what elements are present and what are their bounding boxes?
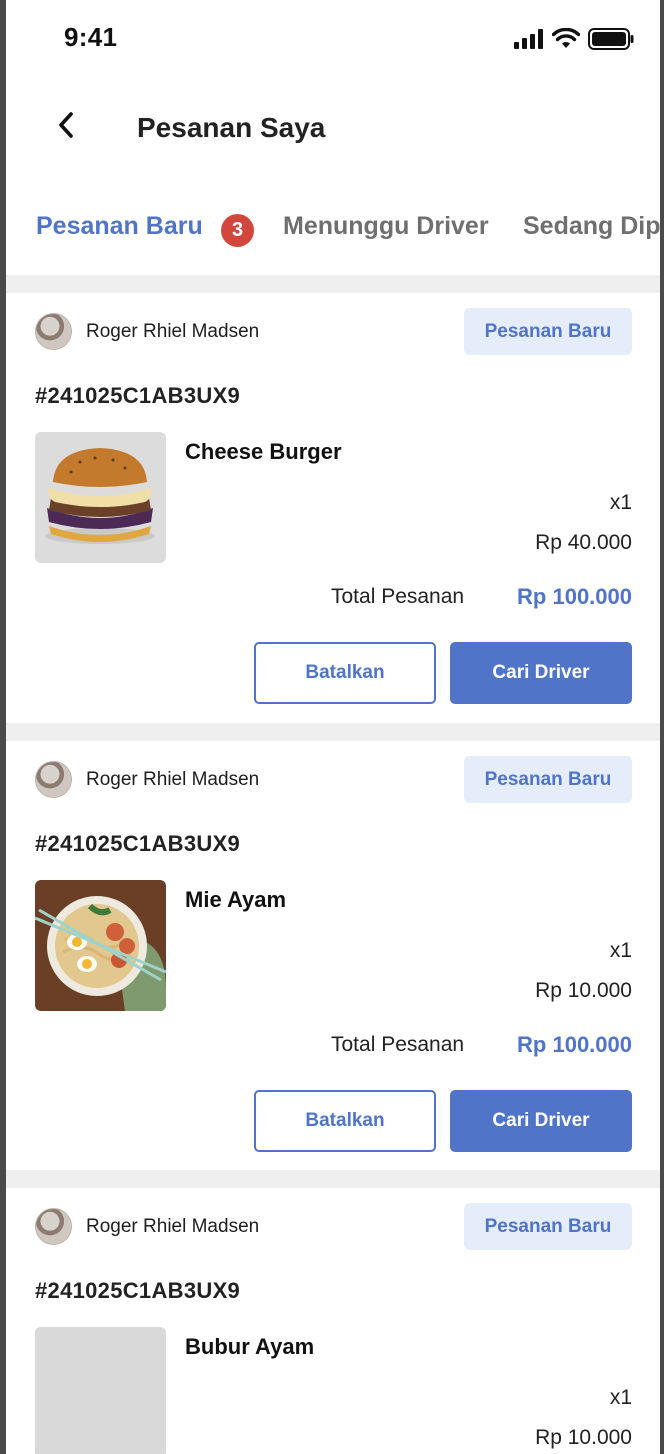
status-icons: [514, 28, 634, 50]
find-driver-button[interactable]: Cari Driver: [450, 642, 632, 704]
seller-name: Roger Rhiel Madsen: [86, 768, 260, 790]
food-image-noodles: [35, 880, 166, 1011]
cellular-signal-icon: [514, 29, 543, 49]
status-badge: Pesanan Baru: [464, 308, 632, 355]
seller-name: Roger Rhiel Madsen: [86, 1215, 260, 1237]
header: Pesanan Saya: [6, 90, 660, 170]
section-divider: [6, 275, 660, 293]
find-driver-button[interactable]: Cari Driver: [450, 1090, 632, 1152]
tab-count-badge: 3: [221, 214, 254, 247]
device-frame-left: [0, 0, 6, 1454]
item-quantity: x1: [609, 1386, 632, 1409]
total-value: Rp 100.000: [517, 1032, 632, 1057]
back-button[interactable]: [46, 102, 86, 148]
avatar: [35, 313, 72, 350]
page-title: Pesanan Saya: [137, 112, 326, 143]
order-card[interactable]: Roger Rhiel Madsen Pesanan Baru #241025C…: [6, 293, 660, 723]
tab-pesanan-baru[interactable]: Pesanan Baru: [36, 212, 203, 241]
status-bar: 9:41: [6, 0, 660, 80]
chevron-left-icon: [59, 112, 73, 138]
total-label: Total Pesanan: [331, 585, 465, 608]
avatar: [35, 761, 72, 798]
seller-info: Roger Rhiel Madsen: [35, 761, 259, 798]
tab-label: Sedang Dip: [523, 212, 660, 240]
item-price: Rp 10.000: [535, 979, 632, 1002]
status-badge: Pesanan Baru: [464, 1203, 632, 1250]
item-quantity: x1: [609, 491, 632, 514]
order-card[interactable]: Roger Rhiel Madsen Pesanan Baru #241025C…: [6, 741, 660, 1171]
device-frame-right: [660, 0, 664, 1454]
avatar: [35, 1208, 72, 1245]
order-id: #241025C1AB3UX9: [35, 383, 241, 408]
food-image-placeholder: [35, 1327, 166, 1454]
item-quantity: x1: [609, 939, 632, 962]
item-name: Cheese Burger: [185, 439, 342, 464]
section-divider: [6, 723, 660, 741]
tab-label: Menunggu Driver: [283, 212, 489, 240]
order-card[interactable]: Roger Rhiel Madsen Pesanan Baru #241025C…: [6, 1188, 660, 1454]
order-id: #241025C1AB3UX9: [35, 831, 241, 856]
tab-sedang-diproses[interactable]: Sedang Dip: [523, 212, 660, 241]
section-divider: [6, 1170, 660, 1188]
item-name: Bubur Ayam: [185, 1334, 315, 1359]
item-name: Mie Ayam: [185, 887, 287, 912]
seller-info: Roger Rhiel Madsen: [35, 1208, 259, 1245]
total-value: Rp 100.000: [517, 584, 632, 609]
item-price: Rp 10.000: [535, 1426, 632, 1449]
status-badge: Pesanan Baru: [464, 756, 632, 803]
order-status-tabs: Pesanan Baru 3 Menunggu Driver Sedang Di…: [6, 194, 660, 266]
status-time: 9:41: [64, 22, 118, 52]
item-price: Rp 40.000: [535, 531, 632, 554]
wifi-icon: [552, 28, 580, 48]
seller-info: Roger Rhiel Madsen: [35, 313, 259, 350]
total-label: Total Pesanan: [331, 1033, 465, 1056]
food-image-burger: [35, 432, 166, 563]
order-id: #241025C1AB3UX9: [35, 1278, 241, 1303]
cancel-button[interactable]: Batalkan: [254, 1090, 436, 1152]
battery-icon: [588, 28, 634, 50]
tab-label: Pesanan Baru: [36, 212, 203, 240]
seller-name: Roger Rhiel Madsen: [86, 320, 260, 342]
tab-menunggu-driver[interactable]: Menunggu Driver: [283, 212, 489, 241]
cancel-button[interactable]: Batalkan: [254, 642, 436, 704]
